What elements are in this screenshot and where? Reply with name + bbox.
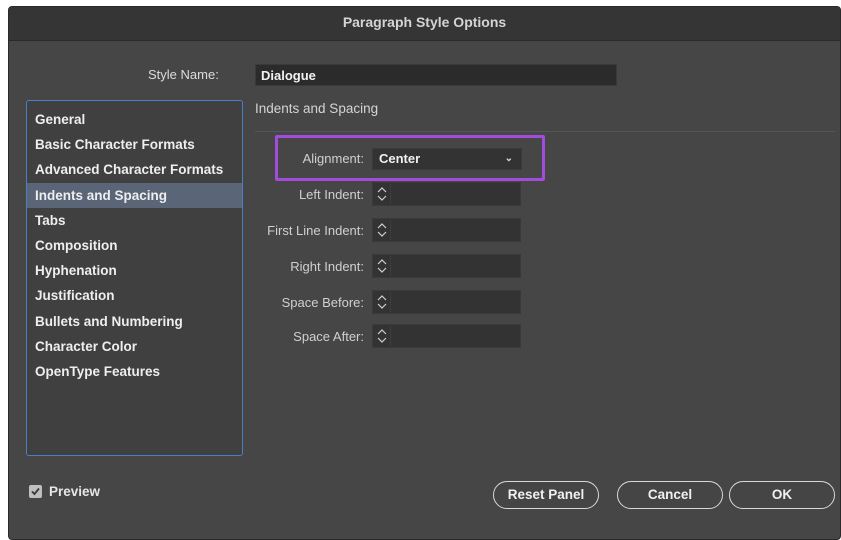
cancel-button[interactable]: Cancel [617, 481, 723, 509]
style-name-field[interactable]: Dialogue [255, 64, 617, 86]
stepper-icon[interactable] [374, 256, 391, 276]
panel-divider [255, 131, 835, 132]
stepper-icon[interactable] [374, 220, 391, 240]
window-title: Paragraph Style Options [9, 7, 840, 41]
sidebar-item-justification[interactable]: Justification [27, 283, 242, 308]
alignment-select[interactable]: Center ⌄ [372, 148, 522, 170]
space-before-label: Space Before: [281, 295, 364, 310]
preview-label: Preview [49, 484, 101, 499]
alignment-label: Alignment: [302, 151, 364, 166]
ok-button[interactable]: OK [729, 481, 835, 509]
chevron-down-icon: ⌄ [504, 153, 513, 164]
sidebar-item-opentype-features[interactable]: OpenType Features [27, 359, 242, 384]
reset-panel-button[interactable]: Reset Panel [493, 481, 599, 509]
style-name-label: Style Name: [148, 67, 219, 82]
right-indent-field[interactable] [372, 254, 521, 278]
alignment-value: Center [379, 151, 421, 166]
stepper-icon[interactable] [374, 184, 391, 204]
space-after-field[interactable] [372, 324, 521, 348]
space-before-field[interactable] [372, 290, 521, 314]
stepper-icon[interactable] [374, 326, 391, 346]
sidebar-item-composition[interactable]: Composition [27, 233, 242, 258]
sidebar-item-character-color[interactable]: Character Color [27, 334, 242, 359]
category-list: General Basic Character Formats Advanced… [26, 100, 243, 456]
paragraph-style-dialog: Paragraph Style Options Style Name: Dial… [8, 6, 841, 540]
sidebar-item-tabs[interactable]: Tabs [27, 208, 242, 233]
left-indent-label: Left Indent: [298, 187, 364, 202]
sidebar-item-bullets-and-numbering[interactable]: Bullets and Numbering [27, 309, 242, 334]
first-line-indent-field[interactable] [372, 218, 521, 242]
sidebar-item-basic-character-formats[interactable]: Basic Character Formats [27, 132, 242, 157]
right-indent-label: Right Indent: [290, 259, 364, 274]
sidebar-item-advanced-character-formats[interactable]: Advanced Character Formats [27, 157, 242, 182]
left-indent-field[interactable] [372, 182, 521, 206]
stepper-icon[interactable] [374, 292, 391, 312]
first-line-indent-label: First Line Indent: [267, 223, 364, 238]
sidebar-item-hyphenation[interactable]: Hyphenation [27, 258, 242, 283]
space-after-label: Space After: [293, 329, 364, 344]
preview-checkbox[interactable] [29, 485, 42, 498]
checkmark-icon [31, 487, 40, 496]
sidebar-item-indents-and-spacing[interactable]: Indents and Spacing [27, 182, 242, 208]
sidebar-item-general[interactable]: General [27, 107, 242, 132]
panel-title: Indents and Spacing [255, 101, 379, 116]
